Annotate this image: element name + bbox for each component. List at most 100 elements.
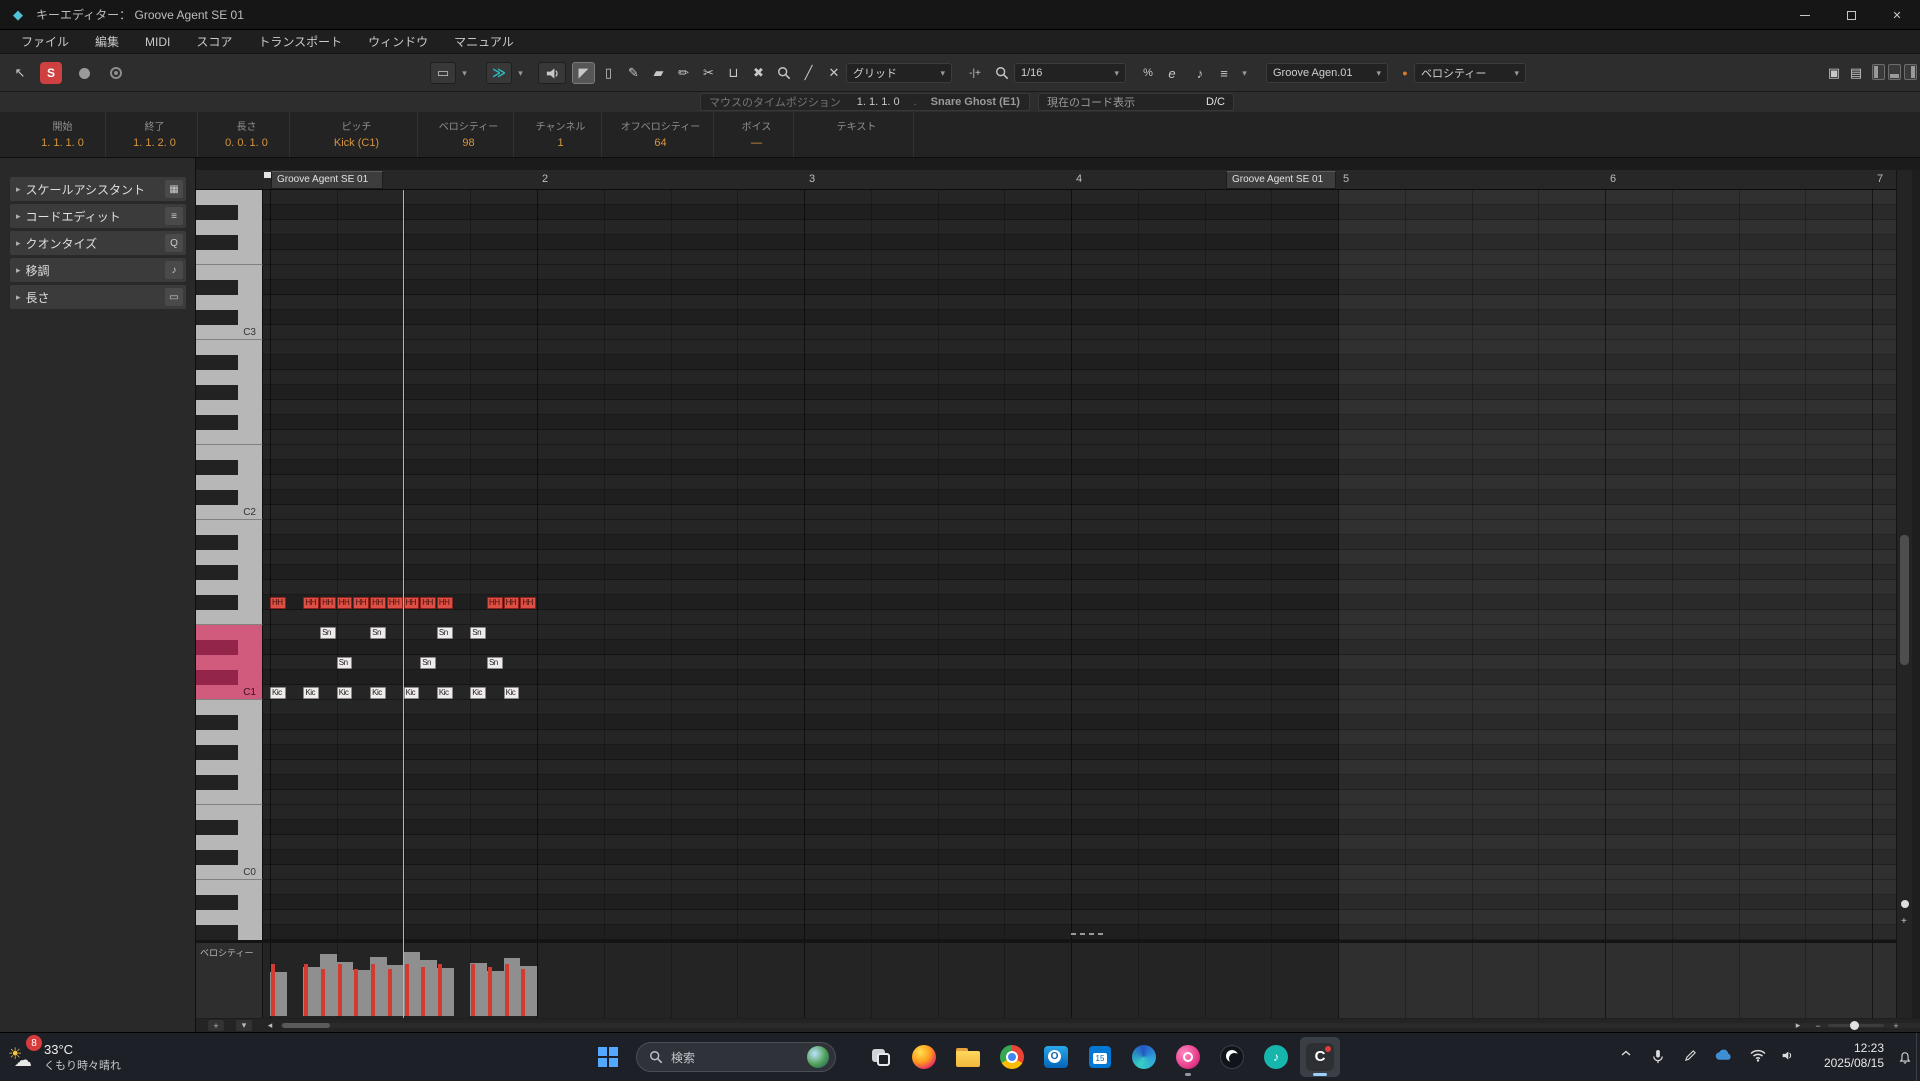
quantize-preset-dropdown[interactable]: 1/16 ▾: [1014, 63, 1126, 83]
quantize-panel-button[interactable]: e: [1162, 62, 1182, 84]
velocity-bar[interactable]: [371, 964, 375, 1016]
horizontal-zoom-slider[interactable]: [1828, 1024, 1884, 1027]
add-lane-button[interactable]: +: [208, 1020, 224, 1031]
taskbar-icon-edge[interactable]: [1124, 1037, 1164, 1077]
select-tool-button[interactable]: ◤: [572, 62, 595, 84]
piano-key[interactable]: [196, 190, 263, 205]
taskbar-icon-task-view[interactable]: [860, 1037, 900, 1077]
volume-icon[interactable]: [1780, 1049, 1795, 1062]
midi-note-kick[interactable]: Kic: [470, 687, 486, 699]
piano-key-black[interactable]: [196, 385, 238, 400]
info-field-value[interactable]: 1. 1. 2. 0: [116, 137, 193, 149]
menu-item[interactable]: トランスポート: [245, 30, 355, 54]
midi-note-hihat[interactable]: HH: [487, 597, 503, 609]
piano-key-black[interactable]: [196, 460, 238, 475]
sidebar-item-quantize[interactable]: ▸クオンタイズQ: [10, 231, 186, 255]
info-field[interactable]: オフベロシティー64: [602, 112, 714, 157]
piano-key[interactable]: [196, 790, 263, 805]
vertical-scrollbar[interactable]: +: [1896, 170, 1912, 1018]
velocity-bar[interactable]: [438, 964, 442, 1016]
piano-key[interactable]: [196, 700, 263, 715]
close-button[interactable]: ✕: [1874, 0, 1920, 30]
midi-note-snare[interactable]: Sn: [487, 657, 503, 669]
piano-key[interactable]: [196, 445, 263, 460]
velocity-bar[interactable]: [488, 967, 492, 1016]
pointer-pin-button[interactable]: ↖: [8, 62, 32, 84]
piano-key-black[interactable]: [196, 565, 238, 580]
trim-tool-button[interactable]: ▯: [597, 62, 620, 84]
erase-tool-button[interactable]: ▰: [647, 62, 670, 84]
event-layers-button[interactable]: ≡: [1214, 62, 1234, 84]
taskbar-icon-camera[interactable]: [1168, 1037, 1208, 1077]
horizontal-scrollbar-thumb[interactable]: [282, 1023, 330, 1028]
info-field-value[interactable]: Kick (C1): [300, 137, 413, 149]
pen-icon[interactable]: [1684, 1049, 1697, 1062]
wifi-icon[interactable]: [1750, 1049, 1766, 1062]
piano-key-black[interactable]: [196, 775, 238, 790]
vertical-zoom-plus[interactable]: +: [1901, 916, 1907, 927]
info-field-value[interactable]: 64: [612, 137, 709, 149]
velocity-bar[interactable]: [471, 964, 475, 1016]
horizontal-scrollbar[interactable]: [280, 1023, 1920, 1028]
midi-note-hihat[interactable]: HH: [353, 597, 369, 609]
midi-note-kick[interactable]: Kic: [437, 687, 453, 699]
weather-widget[interactable]: ☀ ☁ 33°C くもり時々晴れ: [6, 1037, 121, 1077]
info-field[interactable]: チャンネル1: [514, 112, 602, 157]
scroll-left-arrow[interactable]: ◂: [264, 1020, 276, 1031]
zoom-in-button[interactable]: +: [1890, 1020, 1902, 1031]
midi-note-snare-ghost[interactable]: Sn: [320, 627, 336, 639]
record-button[interactable]: [72, 62, 96, 84]
piano-key-black[interactable]: [196, 595, 238, 610]
velocity-bar[interactable]: [271, 964, 275, 1016]
piano-key[interactable]: [196, 580, 263, 595]
midi-note-snare-ghost[interactable]: Sn: [470, 627, 486, 639]
piano-key[interactable]: [196, 880, 263, 895]
controller-lane-dropdown[interactable]: ベロシティー ▾: [1414, 63, 1526, 83]
quantize-icon-button[interactable]: [992, 62, 1012, 84]
piano-key[interactable]: [196, 250, 263, 265]
menu-item[interactable]: ファイル: [8, 30, 82, 54]
start-button[interactable]: [588, 1037, 628, 1077]
show-desktop-button[interactable]: [1916, 1033, 1920, 1081]
midi-note-kick[interactable]: Kic: [370, 687, 386, 699]
piano-key[interactable]: [196, 835, 263, 850]
midi-note-hihat[interactable]: HH: [337, 597, 353, 609]
piano-key[interactable]: [196, 910, 263, 925]
piano-key[interactable]: [196, 805, 263, 820]
info-field[interactable]: ベロシティー98: [418, 112, 514, 157]
part-end-marker[interactable]: Groove Agent SE 01: [1226, 171, 1336, 189]
show-part-borders-button[interactable]: ▭: [430, 62, 456, 84]
mute-tool-button[interactable]: ✖: [747, 62, 770, 84]
taskbar-icon-music[interactable]: ♪: [1256, 1037, 1296, 1077]
midi-note-snare[interactable]: Sn: [420, 657, 436, 669]
midi-note-hihat[interactable]: HH: [270, 597, 286, 609]
piano-key[interactable]: [196, 340, 263, 355]
piano-key[interactable]: [196, 520, 263, 535]
piano-key[interactable]: [196, 610, 263, 625]
velocity-bar[interactable]: [354, 969, 358, 1016]
taskbar-icon-outlook[interactable]: O: [1036, 1037, 1076, 1077]
midi-note-kick[interactable]: Kic: [303, 687, 319, 699]
taskbar-icon-calendar[interactable]: 15: [1080, 1037, 1120, 1077]
info-field[interactable]: テキスト: [794, 112, 914, 157]
right-zone-button[interactable]: [1904, 64, 1917, 80]
piano-key-black[interactable]: [196, 670, 238, 685]
midi-note-hihat[interactable]: HH: [420, 597, 436, 609]
info-field[interactable]: 長さ0. 0. 1. 0: [198, 112, 290, 157]
sidebar-item-transpose[interactable]: ▸移調♪: [10, 258, 186, 282]
snap-toggle-button[interactable]: ✕: [824, 62, 844, 84]
line-tool-button[interactable]: ╱: [797, 62, 820, 84]
midi-note-hihat[interactable]: HH: [320, 597, 336, 609]
midi-note-hihat[interactable]: HH: [520, 597, 536, 609]
piano-key-black[interactable]: [196, 820, 238, 835]
chord-display-box[interactable]: 現在のコード表示 D/C: [1038, 93, 1234, 111]
piano-key[interactable]: [196, 730, 263, 745]
piano-key-black[interactable]: [196, 490, 238, 505]
snap-plusminus-button[interactable]: -|+: [962, 62, 988, 84]
info-field-value[interactable]: —: [724, 137, 789, 149]
autoscroll-button[interactable]: ≫: [486, 62, 512, 84]
lower-zone-button[interactable]: [1888, 64, 1901, 80]
piano-key[interactable]: [196, 550, 263, 565]
left-zone-button[interactable]: [1872, 64, 1885, 80]
grid-type-dropdown[interactable]: グリッド ▾: [846, 63, 952, 83]
